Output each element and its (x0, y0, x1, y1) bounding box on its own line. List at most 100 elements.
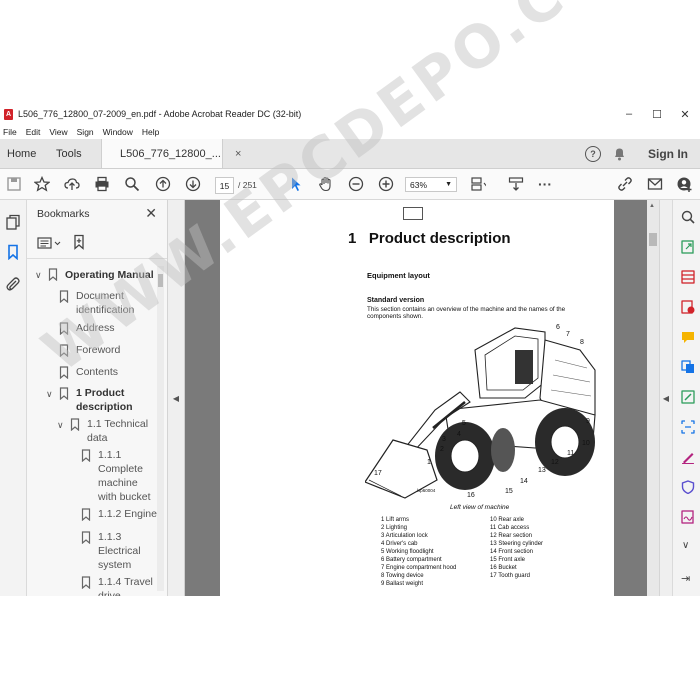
callout-8: 8 (580, 339, 584, 346)
help-icon[interactable]: ? (585, 146, 601, 162)
bookmark-travel-drive[interactable]: 1.1.4 Travel drive (98, 575, 156, 596)
bookmark-foreword[interactable]: Foreword (76, 343, 120, 357)
scroll-mode-icon[interactable] (508, 176, 524, 192)
chevron-down-icon[interactable]: ∨ (682, 540, 689, 551)
collapse-tools-icon[interactable]: ⇥ (681, 572, 690, 585)
minimize-button[interactable]: – (614, 104, 644, 124)
create-pdf-icon[interactable] (681, 300, 695, 314)
bookmark-product-description[interactable]: 1 Product description (76, 386, 146, 414)
bookmark-panel-icon[interactable] (5, 244, 21, 260)
menu-sign[interactable]: Sign (77, 127, 94, 137)
bookmark-technical-data[interactable]: 1.1 Technical data (87, 417, 153, 445)
combine-files-icon[interactable] (681, 360, 695, 374)
zoom-select[interactable]: 63% ▼ (405, 177, 457, 192)
search-zoom-icon[interactable] (124, 176, 140, 192)
bookmark-engine[interactable]: 1.1.2 Engine (98, 507, 157, 521)
callout-17: 17 (374, 470, 382, 477)
print-icon[interactable] (94, 176, 110, 192)
bookmark-operating-manual[interactable]: Operating Manual (65, 268, 154, 282)
attachment-icon[interactable] (5, 276, 21, 292)
close-window-button[interactable]: ✕ (670, 104, 700, 124)
legend-item: 14 Front section (490, 549, 534, 555)
previous-page-icon[interactable] (155, 176, 171, 192)
scroll-up-icon[interactable]: ▲ (649, 203, 655, 209)
collapse-left-panel-button[interactable]: ◀ (168, 200, 185, 596)
menu-help[interactable]: Help (142, 127, 159, 137)
zoom-out-icon[interactable] (348, 176, 364, 192)
collapse-chevron-icon[interactable]: ∨ (35, 270, 42, 281)
edit-pdf-icon[interactable] (681, 390, 695, 404)
zoom-in-icon[interactable] (378, 176, 394, 192)
tab-home[interactable]: Home (7, 139, 36, 168)
request-signature-icon[interactable] (681, 510, 695, 524)
menu-view[interactable]: View (49, 127, 67, 137)
bookmarks-scroll-thumb[interactable] (158, 274, 163, 287)
section-heading: Equipment layout (367, 271, 430, 280)
bookmarks-title: Bookmarks (37, 208, 90, 220)
collapse-chevron-icon[interactable]: ∨ (46, 389, 53, 400)
tab-document-label: L506_776_12800_... (120, 147, 221, 160)
legend-item: 1 Lift arms (381, 517, 410, 523)
legend-item: 2 Lighting (381, 525, 408, 531)
bookmark-icon (81, 531, 91, 544)
legend-left: 1 Lift arms 2 Lighting 3 Articulation lo… (381, 516, 456, 588)
bookmark-options-icon[interactable] (37, 236, 63, 250)
more-tools-button[interactable]: ··· (537, 176, 553, 192)
page-total-label: / 251 (238, 180, 257, 190)
page-thumbnails-icon[interactable] (5, 214, 21, 230)
collapse-right-panel-button[interactable]: ◀ (659, 200, 672, 596)
share-link-icon[interactable] (617, 176, 633, 192)
account-add-icon[interactable] (677, 176, 693, 192)
menu-edit[interactable]: Edit (26, 127, 41, 137)
bookmark-icon (81, 576, 91, 589)
hand-tool-icon[interactable] (318, 176, 334, 192)
protect-shield-icon[interactable] (681, 480, 695, 494)
bookmark-icon (59, 344, 69, 357)
star-icon[interactable] (34, 176, 50, 192)
tab-document[interactable]: L506_776_12800_... × (101, 139, 241, 168)
tab-close-icon[interactable]: × (235, 148, 241, 160)
tab-bar: Home Tools L506_776_12800_... × ? Sign I… (0, 139, 700, 169)
organize-pages-icon[interactable] (681, 270, 695, 284)
document-view[interactable]: 1 Product description Equipment layout S… (185, 200, 647, 596)
menu-window[interactable]: Window (103, 127, 133, 137)
bookmark-electrical-system[interactable]: 1.1.3 Electrical system (98, 530, 148, 572)
select-cursor-icon[interactable] (288, 176, 304, 192)
next-page-icon[interactable] (185, 176, 201, 192)
chapter-heading: 1 Product description (348, 230, 511, 247)
wheel-loader-illustration (365, 327, 596, 499)
callout-16: 16 (467, 492, 475, 499)
fill-sign-icon[interactable] (681, 450, 695, 464)
bookmark-icon (59, 322, 69, 335)
bookmark-document-identification[interactable]: Document identification (76, 289, 154, 317)
tab-tools[interactable]: Tools (56, 139, 82, 168)
document-scroll-thumb[interactable] (649, 233, 657, 246)
sign-in-button[interactable]: Sign In (648, 139, 688, 168)
collapse-chevron-icon[interactable]: ∨ (57, 420, 64, 431)
page-number-input[interactable]: 15 (215, 177, 234, 194)
search-icon[interactable] (681, 210, 695, 224)
comment-icon[interactable] (681, 330, 695, 344)
pdf-page: 1 Product description Equipment layout S… (220, 200, 614, 596)
export-pdf-icon[interactable] (681, 240, 695, 254)
legend-item: 4 Driver's cab (381, 541, 418, 547)
legend-item: 7 Engine compartment hood (381, 565, 457, 571)
intro-text-line1: This section contains an overview of the… (367, 306, 566, 313)
upload-cloud-icon[interactable] (64, 176, 80, 192)
menu-bar: File Edit View Sign Window Help (0, 124, 700, 139)
bookmarks-scrollbar[interactable] (157, 266, 164, 591)
mail-icon[interactable] (647, 176, 663, 192)
menu-file[interactable]: File (3, 127, 17, 137)
bookmark-complete-machine[interactable]: 1.1.1 Complete machine with bucket (98, 448, 156, 504)
save-icon[interactable] (6, 176, 22, 192)
bookmark-contents[interactable]: Contents (76, 365, 118, 379)
add-bookmark-icon[interactable] (72, 234, 86, 250)
scan-ocr-icon[interactable] (681, 420, 695, 434)
document-scrollbar[interactable]: ▲ (647, 200, 659, 596)
maximize-button[interactable]: ☐ (642, 104, 672, 124)
bookmark-address[interactable]: Address (76, 321, 115, 335)
close-panel-icon[interactable]: ✕ (145, 205, 157, 222)
callout-11: 11 (567, 450, 575, 457)
page-display-icon[interactable] (470, 176, 486, 192)
bell-icon[interactable] (613, 147, 626, 161)
